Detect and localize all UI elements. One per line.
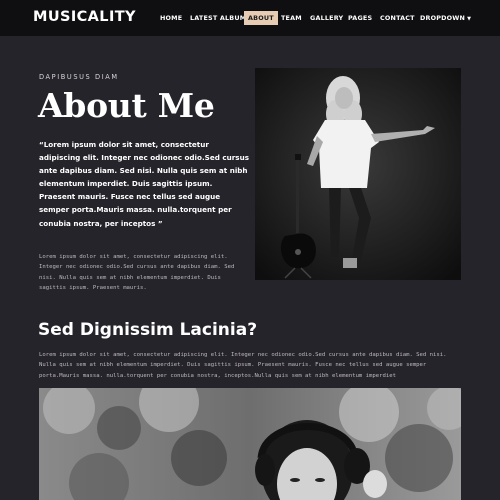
chevron-down-icon: ▼ <box>467 16 472 22</box>
about-paragraph: Lorem ipsum dolor sit amet, consectetur … <box>39 254 235 291</box>
section-paragraph: Lorem ipsum dolor sit amet, consectetur … <box>39 352 447 379</box>
nav-item-team[interactable]: TEAM <box>281 11 302 25</box>
nav-item-pages[interactable]: PAGES <box>348 11 372 25</box>
nav-item-gallery[interactable]: GALLERY <box>310 11 343 25</box>
nav-item-dropdown[interactable]: DROPDOWN ▼ <box>420 11 471 26</box>
top-navbar: MUSICALITY HOME LATEST ALBUMS ABOUT TEAM… <box>0 0 500 36</box>
headphones-photo <box>39 388 461 500</box>
headphones-photo-image <box>39 388 461 500</box>
brand-logo[interactable]: MUSICALITY <box>33 9 136 25</box>
nav-item-contact[interactable]: CONTACT <box>380 11 415 25</box>
nav-item-dropdown-label: DROPDOWN <box>420 14 466 22</box>
about-quote: “Lorem ipsum dolor sit amet, consectetur… <box>39 140 249 228</box>
guitarist-photo-image <box>255 68 461 280</box>
nav-item-home[interactable]: HOME <box>160 11 182 25</box>
nav-item-about[interactable]: ABOUT <box>244 11 278 25</box>
section-heading: Sed Dignissim Lacinia? <box>38 320 258 340</box>
guitarist-photo <box>255 68 461 280</box>
nav-item-latest-albums[interactable]: LATEST ALBUMS <box>190 11 251 25</box>
page-title: About Me <box>38 86 215 125</box>
section-eyebrow: DAPIBUSUS DIAM <box>39 73 119 81</box>
